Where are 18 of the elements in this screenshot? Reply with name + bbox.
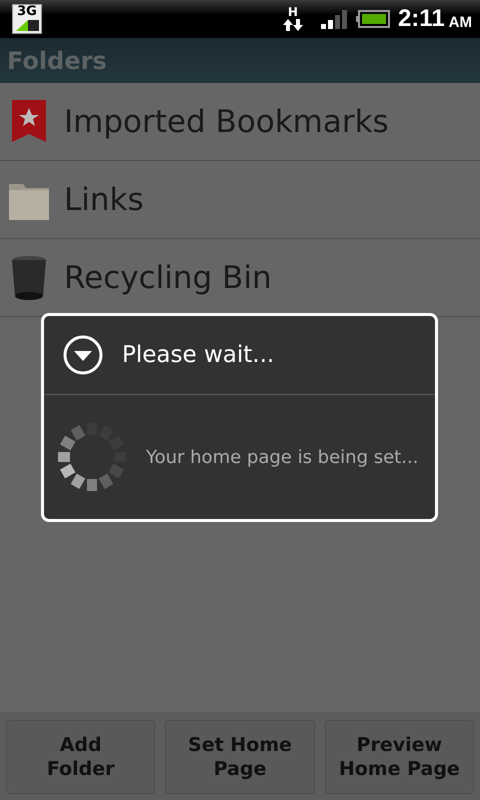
- folder-name[interactable]: Recycling Bin: [64, 260, 272, 296]
- toolbar-button[interactable]: Preview Home Page: [324, 720, 474, 794]
- battery-icon: [356, 10, 390, 28]
- toolbar-button[interactable]: Set Home Page: [165, 720, 315, 794]
- screen-title: Folders: [7, 46, 107, 74]
- dialog-message: Your home page is being set...: [146, 446, 418, 468]
- network-type-icon: 3G: [12, 4, 42, 34]
- folder-name[interactable]: Imported Bookmarks: [64, 104, 389, 140]
- folder-name[interactable]: Links: [64, 182, 144, 218]
- data-type-label: H: [288, 6, 298, 18]
- clock-time: 2:11: [398, 5, 445, 33]
- signal-icon: [320, 9, 348, 29]
- dialog-title: Please wait...: [122, 342, 274, 368]
- loading-spinner-icon: [56, 421, 128, 493]
- clock-ampm: AM: [448, 14, 472, 30]
- toolbar-button[interactable]: Add Folder: [6, 720, 156, 794]
- down-arrow-circle-icon: [62, 334, 104, 376]
- data-arrows-icon: [282, 18, 304, 32]
